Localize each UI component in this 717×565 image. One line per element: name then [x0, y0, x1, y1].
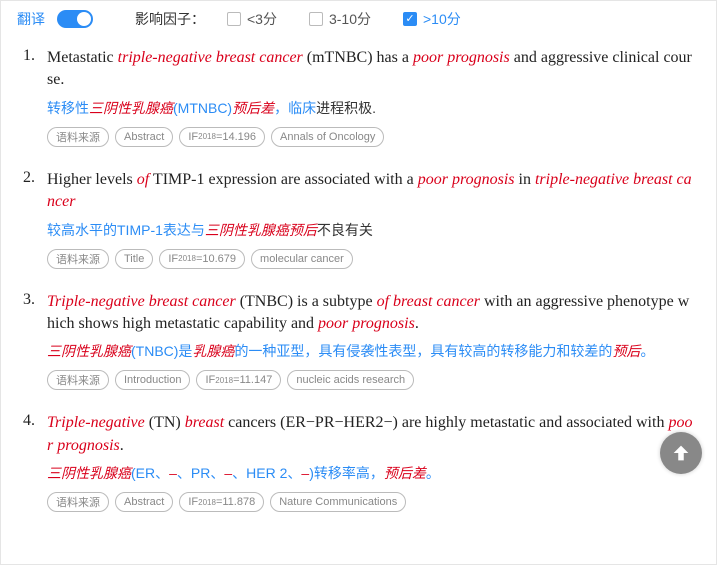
- tag-row: 语料来源 Introduction IF2018=11.147 nucleic aci…: [47, 370, 694, 390]
- tag-section[interactable]: Title: [115, 249, 153, 269]
- translation: 较高水平的TIMP-1表达与三阴性乳腺癌预后不良有关: [47, 220, 694, 241]
- filter-option[interactable]: 3-10分: [309, 9, 371, 29]
- tag-journal[interactable]: Annals of Oncology: [271, 127, 384, 147]
- sentence: Metastatic triple-negative breast cancer…: [47, 47, 694, 92]
- checkbox-icon: [403, 12, 417, 26]
- tag-source[interactable]: 语料来源: [47, 492, 109, 512]
- sentence: Triple-negative breast cancer (TNBC) is …: [47, 291, 694, 336]
- filter-option[interactable]: <3分: [227, 9, 277, 29]
- result-list: 1.Metastatic triple-negative breast canc…: [1, 37, 716, 512]
- tag-source[interactable]: 语料来源: [47, 127, 109, 147]
- sentence: Triple-negative (TN) breast cancers (ER−…: [47, 412, 694, 457]
- result-item: 2.Higher levels of TIMP-1 expression are…: [23, 169, 694, 269]
- tag-journal[interactable]: molecular cancer: [251, 249, 353, 269]
- scroll-top-button[interactable]: [660, 432, 702, 474]
- tag-impact-factor[interactable]: IF2018=14.196: [179, 127, 265, 147]
- tag-source[interactable]: 语料来源: [47, 249, 109, 269]
- translation: 三阴性乳腺癌(TNBC)是乳腺癌的一种亚型，具有侵袭性表型，具有较高的转移能力和…: [47, 341, 694, 362]
- item-content: Metastatic triple-negative breast cancer…: [47, 47, 694, 147]
- tag-section[interactable]: Abstract: [115, 127, 173, 147]
- checkbox-icon: [309, 12, 323, 26]
- tag-impact-factor[interactable]: IF2018=10.679: [159, 249, 245, 269]
- tag-journal[interactable]: nucleic acids research: [287, 370, 414, 390]
- tag-impact-factor[interactable]: IF2018=11.878: [179, 492, 264, 512]
- tag-row: 语料来源 Title IF2018=10.679 molecular cancer: [47, 249, 694, 269]
- filter-header: 翻译 影响因子： <3分 3-10分 >10分: [1, 1, 716, 37]
- tag-impact-factor[interactable]: IF2018=11.147: [196, 370, 281, 390]
- tag-row: 语料来源 Abstract IF2018=14.196 Annals of Oncol…: [47, 127, 694, 147]
- tag-section[interactable]: Introduction: [115, 370, 190, 390]
- tag-section[interactable]: Abstract: [115, 492, 173, 512]
- filter-label: >10分: [423, 9, 461, 29]
- item-content: Triple-negative (TN) breast cancers (ER−…: [47, 412, 694, 512]
- result-item: 4.Triple-negative (TN) breast cancers (E…: [23, 412, 694, 512]
- filter-label: 3-10分: [329, 9, 371, 29]
- result-item: 1.Metastatic triple-negative breast canc…: [23, 47, 694, 147]
- item-number: 3.: [23, 291, 47, 391]
- item-number: 2.: [23, 169, 47, 269]
- impact-factor-label: 影响因子：: [135, 9, 205, 29]
- translation: 三阴性乳腺癌(ER、–、PR、–、HER 2、–)转移率高，预后差。: [47, 463, 694, 484]
- translation: 转移性三阴性乳腺癌(MTNBC)预后差，临床进程积极.: [47, 98, 694, 119]
- tag-journal[interactable]: Nature Communications: [270, 492, 406, 512]
- tag-row: 语料来源 Abstract IF2018=11.878 Nature Communic…: [47, 492, 694, 512]
- item-content: Higher levels of TIMP-1 expression are a…: [47, 169, 694, 269]
- tag-source[interactable]: 语料来源: [47, 370, 109, 390]
- filter-option[interactable]: >10分: [403, 9, 461, 29]
- item-number: 4.: [23, 412, 47, 512]
- item-number: 1.: [23, 47, 47, 147]
- arrow-up-icon: [670, 442, 692, 464]
- item-content: Triple-negative breast cancer (TNBC) is …: [47, 291, 694, 391]
- translate-toggle[interactable]: [57, 10, 93, 28]
- sentence: Higher levels of TIMP-1 expression are a…: [47, 169, 694, 214]
- translate-label[interactable]: 翻译: [17, 9, 45, 29]
- result-item: 3.Triple-negative breast cancer (TNBC) i…: [23, 291, 694, 391]
- checkbox-icon: [227, 12, 241, 26]
- filter-label: <3分: [247, 9, 277, 29]
